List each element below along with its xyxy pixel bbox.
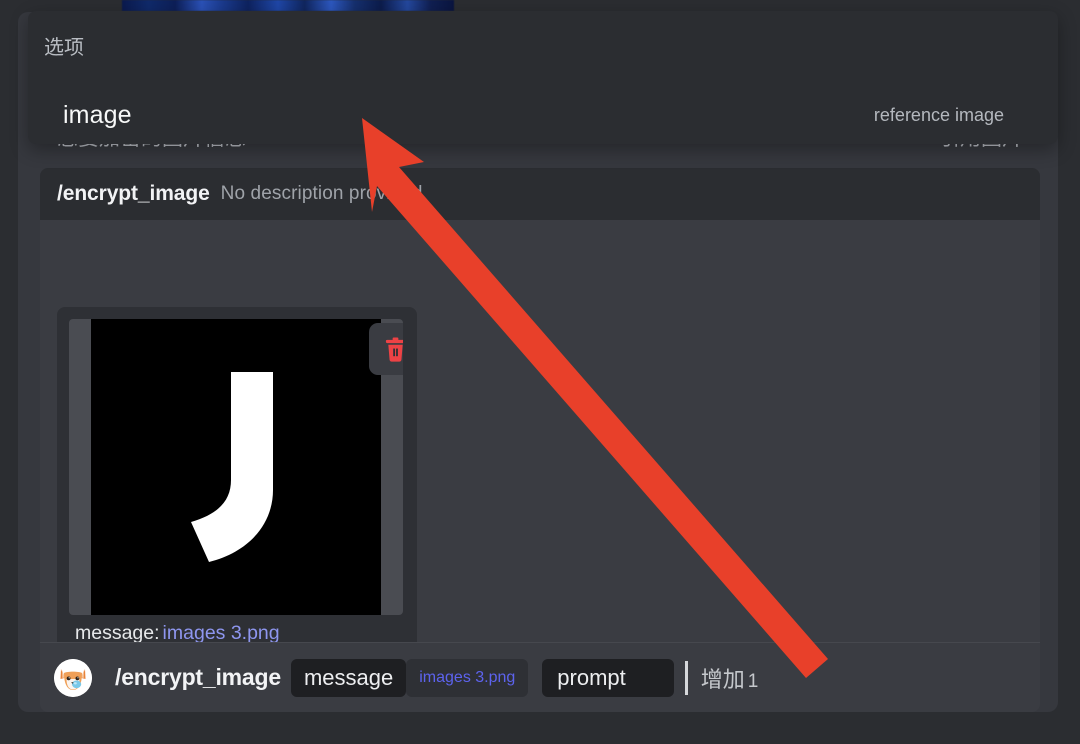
command-preview-card: /encrypt_image No description provided m…: [40, 168, 1040, 642]
attachment-caption: message: images 3.png: [75, 622, 280, 642]
composer-param-message[interactable]: message: [290, 658, 407, 697]
composer-param-prompt-label: prompt: [557, 664, 626, 690]
command-name: /encrypt_image: [57, 182, 210, 205]
composer-hint-text: 增加: [700, 666, 745, 692]
composer-command-name: /encrypt_image: [115, 664, 281, 690]
composer-hint-count: 1: [747, 670, 759, 692]
attachment-caption-label: message:: [75, 622, 160, 642]
attachment-thumbnail-frame: [69, 319, 403, 615]
top-media-preview-strip: [122, 0, 454, 11]
attachment-caption-value: images 3.png: [162, 622, 280, 642]
option-row-image[interactable]: image reference image: [38, 91, 1048, 139]
composer-param-message-label: message: [303, 664, 394, 690]
command-header: /encrypt_image No description provided: [40, 168, 1040, 220]
composer-input-bar[interactable]: /encrypt_image message images 3.png prom…: [40, 643, 1040, 712]
composer-param-prompt[interactable]: prompt: [542, 658, 674, 697]
options-popup-title: 选项: [44, 37, 84, 59]
composer-hint: 增加 1: [701, 662, 759, 694]
option-row-image-label: image: [63, 100, 132, 129]
delete-attachment-button[interactable]: [369, 323, 403, 375]
option-row-image-hint: reference image: [873, 104, 1004, 125]
composer-text-caret: [684, 660, 688, 695]
letter-j-logo-icon: [191, 372, 273, 562]
composer-param-message-value[interactable]: images 3.png: [406, 658, 529, 697]
attachment-thumbnail-image[interactable]: [91, 319, 381, 615]
trash-icon: [385, 337, 403, 362]
fox-avatar-icon: [54, 658, 92, 697]
attachment-card: message: images 3.png: [57, 307, 417, 642]
options-popup: 选项 image reference image: [28, 11, 1058, 144]
command-description: No description provided: [220, 183, 423, 204]
command-body: message: images 3.png: [40, 220, 1040, 642]
